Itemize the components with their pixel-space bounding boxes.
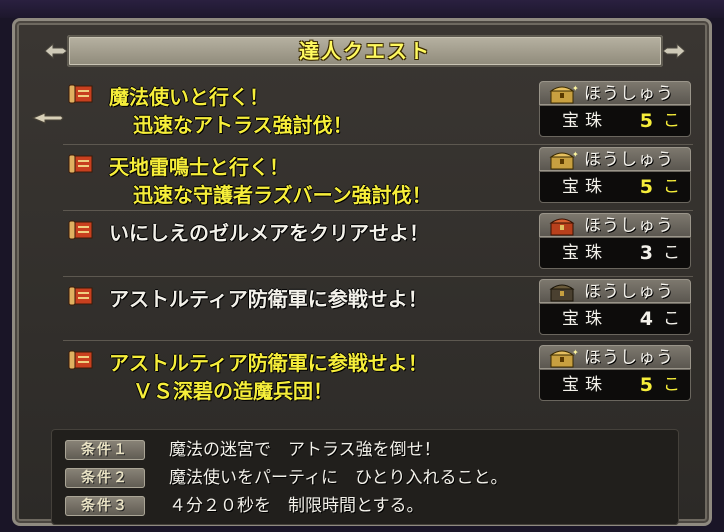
quest-row[interactable]: アストルティア防衛軍に参戦せよ！ ＶＳ深碧の造魔兵団！ ✦ ほうしゅう 宝珠 5… [63, 341, 693, 411]
scroll-icon [68, 154, 93, 174]
svg-text:✦: ✦ [572, 84, 578, 93]
reward-body: 宝珠 5 こ [539, 171, 691, 203]
window-title: 達人クエスト [299, 39, 431, 63]
reward-item: 宝珠 [562, 111, 608, 131]
condition-text: ４分２０秒を 制限時間とする。 [169, 496, 424, 516]
quest-row[interactable]: アストルティア防衛軍に参戦せよ！ ほうしゅう 宝珠 4 こ [63, 277, 693, 341]
reward-count: 3 [639, 242, 654, 264]
reward-header-label: ほうしゅう [584, 282, 674, 302]
reward-body: 宝珠 5 こ [539, 369, 691, 401]
reward-unit: こ [663, 375, 680, 395]
reward-box: ✦ ほうしゅう 宝珠 5 こ [539, 345, 691, 405]
reward-unit: こ [663, 243, 680, 263]
quest-title-line1: アストルティア防衛軍に参戦せよ！ [109, 351, 428, 375]
quest-row[interactable]: いにしえのゼルメアをクリアせよ！ ほうしゅう 宝珠 3 こ [63, 211, 693, 277]
reward-count: 5 [639, 374, 654, 396]
background-strip [0, 0, 724, 18]
reward-header-label: ほうしゅう [584, 150, 674, 170]
condition-badge-label: 条件３ [81, 498, 129, 514]
scroll-icon [68, 350, 93, 370]
reward-item: 宝珠 [562, 243, 608, 263]
svg-text:✦: ✦ [572, 348, 578, 357]
quest-title-line2: 迅速なアトラス強討伐！ [133, 113, 353, 137]
reward-box: ✦ ほうしゅう 宝珠 5 こ [539, 81, 691, 141]
reward-header: ✦ ほうしゅう [539, 81, 691, 105]
reward-unit: こ [663, 111, 680, 131]
condition-badge-label: 条件２ [81, 470, 129, 486]
reward-item: 宝珠 [562, 309, 608, 329]
reward-header-label: ほうしゅう [584, 216, 674, 236]
reward-header-label: ほうしゅう [584, 348, 674, 368]
scroll-icon [68, 220, 93, 240]
quest-title-line1: 天地雷鳴士と行く！ [109, 155, 289, 179]
reward-body: 宝珠 5 こ [539, 105, 691, 137]
condition-text: 魔法の迷宮で アトラス強を倒せ！ [169, 440, 441, 460]
reward-body: 宝珠 4 こ [539, 303, 691, 335]
quest-row[interactable]: 天地雷鳴士と行く！ 迅速な守護者ラズバーン強討伐！ ✦ ほうしゅう 宝珠 5 こ [63, 145, 693, 211]
reward-body: 宝珠 3 こ [539, 237, 691, 269]
reward-header: ✦ ほうしゅう [539, 147, 691, 171]
reward-item: 宝珠 [562, 177, 608, 197]
reward-item: 宝珠 [562, 375, 608, 395]
reward-header: ほうしゅう [539, 279, 691, 303]
title-ornament-left-icon [44, 42, 68, 60]
title-bar: 達人クエスト [67, 35, 663, 67]
reward-count: 5 [639, 176, 654, 198]
condition-badge-label: 条件１ [81, 442, 129, 458]
gold-chest-icon: ✦ [549, 84, 578, 104]
quest-title-line2: 迅速な守護者ラズバーン強討伐！ [133, 183, 432, 207]
scroll-icon [68, 286, 93, 306]
svg-text:✦: ✦ [572, 150, 578, 159]
condition-text: 魔法使いをパーティに ひとり入れること。 [169, 468, 508, 488]
quest-title-line1: アストルティア防衛軍に参戦せよ！ [109, 287, 428, 311]
reward-header: ほうしゅう [539, 213, 691, 237]
scroll-icon [68, 84, 93, 104]
condition-badge: 条件１ [65, 440, 145, 460]
gold-chest-icon: ✦ [549, 150, 578, 170]
reward-box: ✦ ほうしゅう 宝珠 5 こ [539, 147, 691, 207]
condition-badge: 条件２ [65, 468, 145, 488]
quest-title-line1: 魔法使いと行く！ [109, 85, 269, 109]
reward-box: ほうしゅう 宝珠 4 こ [539, 279, 691, 339]
gold-chest-icon: ✦ [549, 348, 578, 368]
dark-chest-icon [549, 284, 575, 302]
reward-count: 5 [639, 110, 654, 132]
reward-header-label: ほうしゅう [584, 84, 674, 104]
red-chest-icon [549, 218, 575, 236]
reward-unit: こ [663, 309, 680, 329]
quest-title-line2: ＶＳ深碧の造魔兵団！ [133, 379, 333, 403]
pointer-hand-icon [31, 112, 64, 124]
reward-count: 4 [639, 308, 654, 330]
reward-box: ほうしゅう 宝珠 3 こ [539, 213, 691, 273]
condition-badge: 条件３ [65, 496, 145, 516]
quest-row[interactable]: 魔法使いと行く！ 迅速なアトラス強討伐！ ✦ ほうしゅう 宝珠 5 こ [63, 75, 693, 145]
reward-unit: こ [663, 177, 680, 197]
title-ornament-right-icon [662, 42, 686, 60]
quest-window: 達人クエスト 魔法使いと行く！ 迅速なアトラス強討伐！ ✦ ほうしゅう 宝珠 5… [12, 18, 712, 526]
quest-title-line1: いにしえのゼルメアをクリアせよ！ [109, 221, 429, 245]
conditions-panel: 条件１ 魔法の迷宮で アトラス強を倒せ！ 条件２ 魔法使いをパーティに ひとり入… [51, 429, 679, 525]
reward-header: ✦ ほうしゅう [539, 345, 691, 369]
